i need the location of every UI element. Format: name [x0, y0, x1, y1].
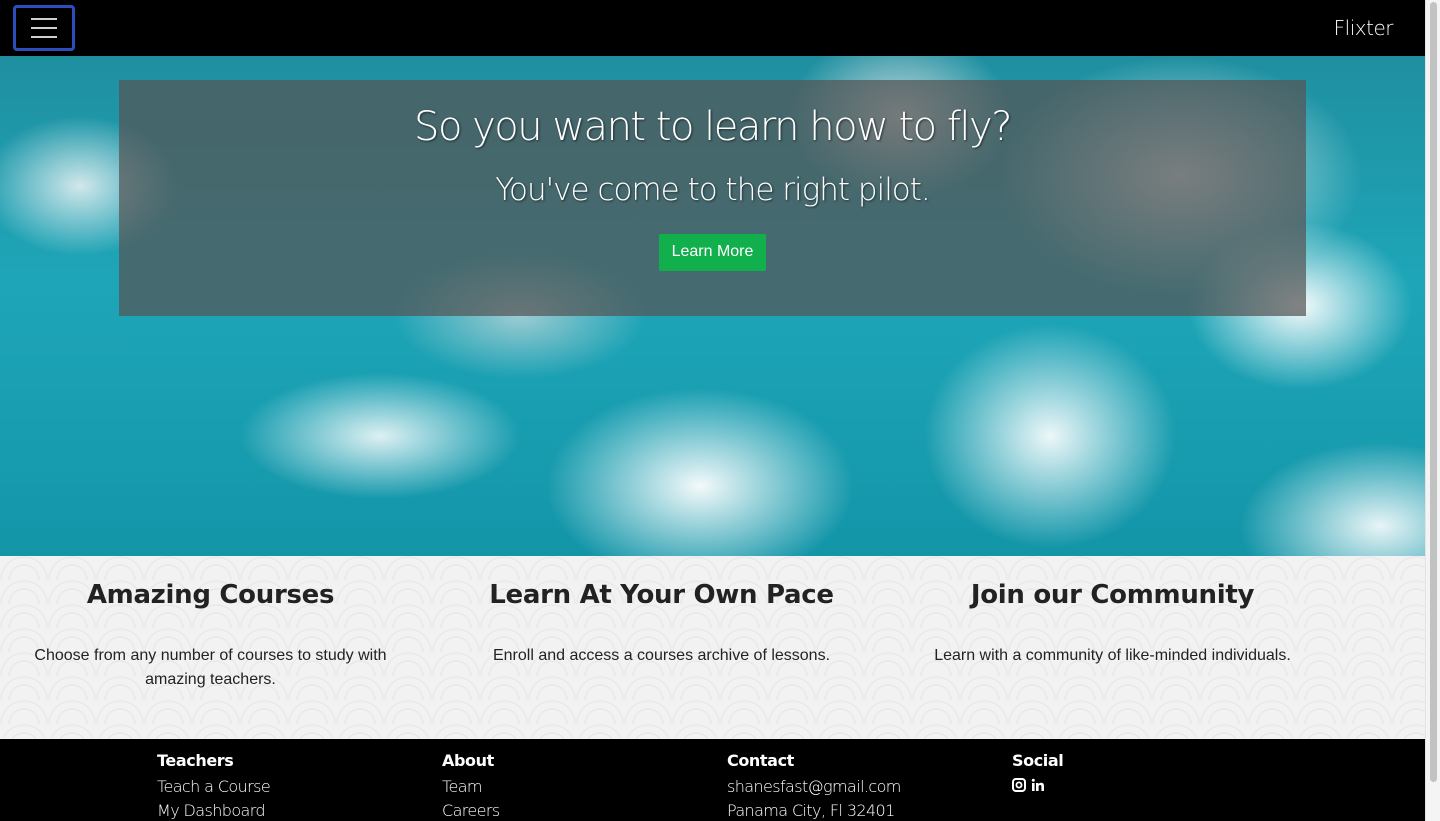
scrollbar-thumb[interactable]: [1430, 2, 1437, 782]
hero-section: So you want to learn how to fly? You've …: [0, 56, 1425, 556]
teach-a-course-link[interactable]: Teach a Course: [157, 775, 417, 799]
hamburger-icon-bar: [31, 18, 57, 20]
feature-text: Enroll and access a courses archive of l…: [492, 647, 831, 664]
footer-heading: Teachers: [157, 751, 234, 770]
feature-text: Learn with a community of like-minded in…: [934, 647, 1291, 664]
linkedin-icon[interactable]: [1031, 775, 1045, 791]
careers-link[interactable]: Careers: [442, 799, 702, 821]
footer-contact-column: Contact shanesfast@gmail.com Panama City…: [727, 751, 987, 821]
brand-link[interactable]: Flixter: [1334, 16, 1394, 40]
hero-subtitle: You've come to the right pilot.: [495, 172, 931, 208]
hamburger-icon-bar: [31, 27, 57, 29]
navbar: Flixter: [0, 0, 1425, 56]
footer-heading: About: [442, 751, 494, 770]
feature-heading: Learn At Your Own Pace: [489, 580, 834, 610]
footer-social-column: Social: [1012, 751, 1272, 792]
social-icons: [1012, 775, 1272, 792]
feature-text: Choose from any number of courses to stu…: [34, 647, 387, 688]
team-link[interactable]: Team: [442, 775, 702, 799]
footer-heading: Social: [1012, 751, 1064, 770]
feature-own-pace: Learn At Your Own Pace Enroll and access…: [451, 580, 872, 668]
feature-community: Join our Community Learn with a communit…: [902, 580, 1323, 668]
navbar-toggle-button[interactable]: [13, 5, 75, 51]
page-scrollbar[interactable]: [1425, 0, 1440, 821]
footer-about-column: About Team Careers: [442, 751, 702, 821]
my-dashboard-link[interactable]: My Dashboard: [157, 799, 417, 821]
feature-heading: Join our Community: [970, 580, 1255, 610]
footer-teachers-column: Teachers Teach a Course My Dashboard: [157, 751, 417, 821]
hero-title: So you want to learn how to fly?: [414, 104, 1012, 150]
feature-amazing-courses: Amazing Courses Choose from any number o…: [0, 580, 421, 692]
contact-email-link[interactable]: shanesfast@gmail.com: [727, 775, 987, 799]
hamburger-icon-bar: [31, 36, 57, 38]
page: Flixter So you want to learn how to fly?…: [0, 0, 1425, 821]
footer: Teachers Teach a Course My Dashboard Abo…: [0, 739, 1425, 821]
feature-heading: Amazing Courses: [86, 580, 335, 610]
features-section: Amazing Courses Choose from any number o…: [0, 556, 1425, 739]
instagram-icon[interactable]: [1012, 775, 1026, 792]
contact-address: Panama City, Fl 32401: [727, 801, 895, 820]
learn-more-button[interactable]: Learn More: [658, 234, 767, 271]
footer-heading: Contact: [727, 751, 794, 770]
hero-overlay: So you want to learn how to fly? You've …: [119, 80, 1306, 316]
